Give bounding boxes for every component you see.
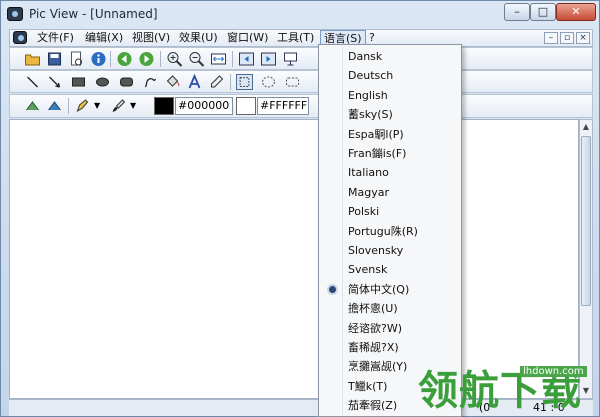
drawing-toolbar [9,70,593,93]
language-item-svensk[interactable]: Svensk [321,260,459,279]
zoom-in-icon[interactable] [166,51,183,67]
background-color-swatch[interactable] [236,97,256,115]
toolbar-separator [160,51,161,67]
text-tool-icon[interactable] [186,74,203,90]
pencil-icon[interactable] [74,98,91,114]
language-item-dansk[interactable]: Dansk [321,47,459,66]
background-color-value[interactable]: #FFFFFF [257,97,309,115]
style-toolbar: ▼ ▼ #000000 #FFFFFF [9,94,593,118]
main-toolbar [9,47,593,70]
toolbar-separator [68,98,69,114]
info-icon[interactable] [90,51,107,67]
mdi-minimize-button[interactable]: – [544,32,558,44]
app-icon [7,7,23,21]
back-icon[interactable] [116,51,133,67]
ellipse-tool-icon[interactable] [94,74,111,90]
language-item-x[interactable]: 畜稀觇?X) [321,338,459,357]
language-item-w[interactable]: 经谘欲?W) [321,319,459,338]
toolbar-separator [232,51,233,67]
rectangle-tool-icon[interactable] [70,74,87,90]
image-canvas[interactable] [9,119,579,399]
arrow-tool-icon[interactable] [46,74,63,90]
language-item-francais[interactable]: Fran鏰is(F) [321,144,459,163]
watermark-url: lhdown.com [520,366,587,377]
language-item-english[interactable]: English [321,86,459,105]
language-item-slovensky[interactable]: Slovensky [321,241,459,260]
select-ellipse-icon[interactable] [260,74,277,90]
mdi-doc-icon [13,31,27,44]
maximize-button[interactable]: □ [530,3,556,21]
line-width-icon[interactable] [24,98,41,114]
toolbar-separator [110,51,111,67]
menu-edit[interactable]: 编辑(X) [82,31,126,46]
pencil-dropdown-icon[interactable]: ▼ [94,98,111,114]
menu-effects[interactable]: 效果(U) [176,31,221,46]
language-item-label: 简体中文(Q) [348,283,410,296]
title-bar: Pic View - [Unnamed] – □ ✕ [1,1,599,29]
minimize-button[interactable]: – [504,3,530,21]
fill-bucket-icon[interactable] [164,74,181,90]
slideshow-icon[interactable] [282,51,299,67]
menu-window[interactable]: 窗口(W) [224,31,271,46]
language-item-portugues[interactable]: Portugu陎(R) [321,222,459,241]
window-title: Pic View - [Unnamed] [29,7,158,21]
language-item-deutsch[interactable]: Deutsch [321,66,459,85]
language-item-italiano[interactable]: Italiano [321,163,459,182]
open-folder-icon[interactable] [24,51,41,67]
scroll-up-icon[interactable]: ▲ [580,120,592,134]
line-tool-icon[interactable] [24,74,41,90]
foreground-color-swatch[interactable] [154,97,174,115]
print-preview-icon[interactable] [68,51,85,67]
scrollbar-thumb[interactable] [581,136,591,306]
close-button[interactable]: ✕ [556,3,596,21]
language-item-s[interactable]: 蓄sky(S) [321,105,459,124]
brush-icon[interactable] [110,98,127,114]
selected-radio-icon [329,286,336,293]
select-rectangle-icon[interactable] [236,74,253,90]
next-image-icon[interactable] [260,51,277,67]
language-item-simplified-chinese[interactable]: 简体中文(Q) [321,280,459,299]
language-item-espanol[interactable]: Espa駉l(P) [321,125,459,144]
rounded-rectangle-tool-icon[interactable] [118,74,135,90]
brush-dropdown-icon[interactable]: ▼ [130,98,147,114]
fit-window-icon[interactable] [210,51,227,67]
color-picker-icon[interactable] [208,74,225,90]
menu-view[interactable]: 视图(V) [129,31,173,46]
previous-image-icon[interactable] [238,51,255,67]
zoom-out-icon[interactable] [188,51,205,67]
app-window: Pic View - [Unnamed] – □ ✕ 文件(F) 编辑(X) 视… [0,0,600,417]
menu-tools[interactable]: 工具(T) [274,31,317,46]
line-style-icon[interactable] [46,98,63,114]
mdi-restore-button[interactable]: ▫ [560,32,574,44]
toolbar-separator [230,74,231,90]
mdi-close-button[interactable]: × [576,32,590,44]
menu-bar: 文件(F) 编辑(X) 视图(V) 效果(U) 窗口(W) 工具(T) 语言(S… [9,29,593,47]
vertical-scrollbar[interactable]: ▲ ▼ [579,119,593,399]
menu-file[interactable]: 文件(F) [34,31,77,46]
language-item-polski[interactable]: Polski [321,202,459,221]
foreground-color-value[interactable]: #000000 [175,97,233,115]
language-item-magyar[interactable]: Magyar [321,183,459,202]
freehand-tool-icon[interactable] [142,74,159,90]
language-item-u[interactable]: 擔杯悤(U) [321,299,459,318]
select-rounded-icon[interactable] [284,74,301,90]
forward-icon[interactable] [138,51,155,67]
save-icon[interactable] [46,51,63,67]
